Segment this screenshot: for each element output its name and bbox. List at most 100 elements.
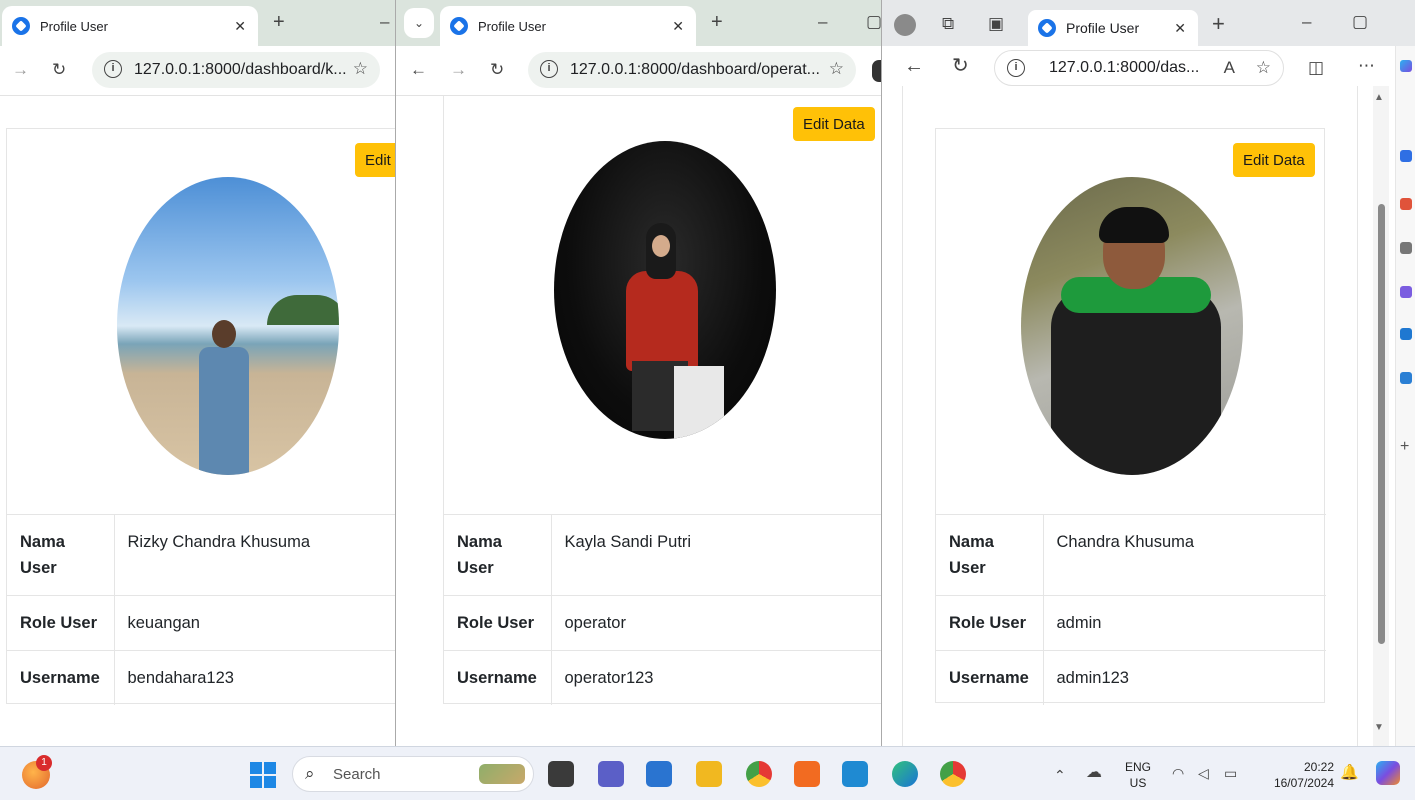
notification-bell-icon[interactable]: 🔔 xyxy=(1340,763,1359,783)
photo-person xyxy=(199,347,249,475)
username-label: Username xyxy=(444,650,552,705)
bookmark-star-icon[interactable]: ☆ xyxy=(824,59,844,79)
browser-window-2: ⌄ Profile User ✕ + – ▢ ← → ↻ i 127.0.0.1… xyxy=(396,0,882,746)
browser-window-3: ⧉ ▣ Profile User ✕ + – ▢ ← ↻ i 127.0.0.1… xyxy=(882,0,1415,746)
username-label: Username xyxy=(936,650,1044,705)
battery-icon[interactable]: ▭ xyxy=(1224,763,1237,783)
search-icon: ⌕ xyxy=(305,764,315,783)
role-label: Role User xyxy=(7,595,115,651)
copilot-icon[interactable] xyxy=(1400,60,1412,72)
minimize-icon[interactable]: – xyxy=(380,12,389,32)
scroll-down-icon[interactable]: ▼ xyxy=(1374,722,1384,733)
outlook-icon[interactable] xyxy=(1400,328,1412,340)
maximize-icon[interactable]: ▢ xyxy=(1352,12,1368,32)
tab-strip: ⌄ Profile User ✕ + – ▢ xyxy=(396,0,881,46)
workspaces-icon[interactable]: ⧉ xyxy=(942,14,954,34)
scrollbar[interactable]: ▲ ▼ xyxy=(1373,86,1389,746)
url-text: 127.0.0.1:8000/dashboard/operat... xyxy=(570,61,820,78)
address-bar[interactable]: i 127.0.0.1:8000/dashboard/k... ☆ xyxy=(92,52,380,88)
close-tab-icon[interactable]: ✕ xyxy=(1174,20,1186,37)
more-options-icon[interactable]: ⋯ xyxy=(1358,56,1375,76)
shopping-icon[interactable] xyxy=(1400,150,1412,162)
windows-start-icon[interactable] xyxy=(250,762,276,788)
office-icon[interactable] xyxy=(1400,286,1412,298)
scroll-up-icon[interactable]: ▲ xyxy=(1374,92,1384,103)
new-tab-icon[interactable]: + xyxy=(1212,13,1225,35)
tab-strip: Profile User ✕ + – xyxy=(0,0,395,46)
edit-data-button[interactable]: Edit Data xyxy=(1233,143,1315,177)
clock[interactable]: 20:22 16/07/2024 xyxy=(1254,759,1334,791)
photo-face xyxy=(652,235,670,257)
bookmark-star-icon[interactable]: ☆ xyxy=(353,59,368,79)
tools-icon[interactable] xyxy=(1400,198,1412,210)
wifi-icon[interactable]: ◠ xyxy=(1172,763,1184,783)
profile-avatar[interactable] xyxy=(872,60,881,82)
site-info-icon[interactable]: i xyxy=(540,60,558,78)
photo-stool xyxy=(674,366,724,439)
xampp-icon[interactable] xyxy=(794,761,820,787)
reload-icon[interactable]: ↻ xyxy=(952,56,969,76)
address-bar[interactable]: i 127.0.0.1:8000/dashboard/operat... ☆ xyxy=(528,52,856,88)
back-icon[interactable]: ← xyxy=(410,60,427,80)
reload-icon[interactable]: ↻ xyxy=(490,60,504,80)
tab-actions-icon[interactable]: ▣ xyxy=(988,14,1004,34)
tab-title: Profile User xyxy=(40,18,108,34)
minimize-icon[interactable]: – xyxy=(1302,12,1311,32)
task-view-icon[interactable] xyxy=(548,761,574,787)
edit-data-button[interactable]: Edit Data xyxy=(793,107,875,141)
edge-icon[interactable] xyxy=(892,761,918,787)
onedrive-icon[interactable]: ☁ xyxy=(1086,763,1102,783)
photo-jacket xyxy=(626,271,698,371)
forward-icon[interactable]: → xyxy=(450,60,467,80)
new-tab-icon[interactable]: + xyxy=(273,12,285,32)
people-icon[interactable] xyxy=(1400,242,1412,254)
close-tab-icon[interactable]: ✕ xyxy=(234,18,246,35)
read-aloud-icon[interactable]: A xyxy=(1224,58,1235,78)
language-indicator[interactable]: ENG US xyxy=(1118,759,1158,791)
role-value: keuangan xyxy=(114,595,395,651)
address-bar[interactable]: i 127.0.0.1:8000/das... A ☆ xyxy=(994,50,1284,86)
language-top: ENG xyxy=(1124,760,1151,774)
add-sidebar-icon[interactable]: + xyxy=(1400,438,1409,456)
tab-search-icon[interactable]: ⌄ xyxy=(404,8,434,38)
minimize-icon[interactable]: – xyxy=(818,12,827,32)
profile-photo xyxy=(1021,177,1243,475)
site-favicon-icon xyxy=(1038,19,1056,37)
split-screen-icon[interactable]: ◫ xyxy=(1308,58,1324,78)
chrome-icon[interactable] xyxy=(746,761,772,787)
chrome-profile-icon[interactable] xyxy=(940,761,966,787)
edit-data-button[interactable]: Edit xyxy=(355,143,395,177)
close-tab-icon[interactable]: ✕ xyxy=(672,18,684,35)
scrollbar-thumb[interactable] xyxy=(1378,204,1385,644)
photo-hair xyxy=(1099,207,1169,243)
site-info-icon[interactable]: i xyxy=(1007,59,1025,77)
profile-photo xyxy=(117,177,339,475)
tab-profile-user[interactable]: Profile User ✕ xyxy=(440,6,696,46)
taskbar-search[interactable]: ⌕ Search xyxy=(292,756,534,792)
vscode-icon[interactable] xyxy=(842,761,868,787)
maximize-icon[interactable]: ▢ xyxy=(866,12,881,32)
table-row: Nama User Rizky Chandra Khusuma xyxy=(7,514,395,596)
volume-icon[interactable]: ◁ xyxy=(1198,763,1209,783)
back-icon[interactable]: ← xyxy=(904,56,924,76)
profile-card: Edit Data Nama User Chandra Khusuma Role… xyxy=(935,128,1326,705)
forward-icon[interactable]: → xyxy=(12,60,29,80)
copilot-taskbar-icon[interactable] xyxy=(1376,761,1400,785)
reload-icon[interactable]: ↻ xyxy=(52,60,66,80)
profile-icon[interactable] xyxy=(894,14,916,36)
edge-sidebar: + xyxy=(1395,46,1415,746)
show-hidden-icons[interactable]: ⌃ xyxy=(1054,765,1066,785)
name-value: Kayla Sandi Putri xyxy=(551,514,881,596)
url-text: 127.0.0.1:8000/das... xyxy=(1049,59,1200,76)
tab-profile-user[interactable]: Profile User ✕ xyxy=(2,6,258,46)
favorite-star-icon[interactable]: ☆ xyxy=(1256,58,1271,78)
send-icon[interactable] xyxy=(1400,372,1412,384)
teams-icon[interactable] xyxy=(598,761,624,787)
file-explorer-icon[interactable] xyxy=(696,761,722,787)
tab-profile-user[interactable]: Profile User ✕ xyxy=(1028,10,1198,46)
site-info-icon[interactable]: i xyxy=(104,60,122,78)
table-row: Role User admin xyxy=(936,595,1326,651)
store-icon[interactable] xyxy=(646,761,672,787)
new-tab-icon[interactable]: + xyxy=(711,12,723,32)
profile-card: Edit Nama User Rizky Chandra Khusuma Rol… xyxy=(6,128,395,705)
